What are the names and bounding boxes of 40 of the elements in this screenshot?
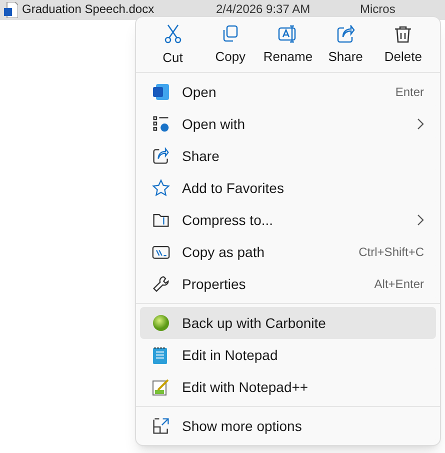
menu-item-label: Back up with Carbonite <box>182 314 327 333</box>
trash-icon <box>394 25 412 43</box>
toolbar-button[interactable]: Rename <box>260 23 316 66</box>
document-icon <box>4 2 18 18</box>
star-icon <box>152 179 170 197</box>
notepad-plus-icon <box>152 378 170 396</box>
menu-item-label: Share <box>182 146 220 166</box>
file-type: Micros <box>360 2 396 16</box>
open-window-icon <box>152 417 170 435</box>
menu-item-label: Show more options <box>182 416 303 436</box>
menu-item-label: Edit with Notepad++ <box>182 378 310 397</box>
menu-item-label: Properties <box>182 274 247 294</box>
rename-icon <box>278 25 298 43</box>
share-icon <box>152 147 170 165</box>
folder-zip-icon <box>152 211 170 229</box>
notepad-icon <box>152 346 168 364</box>
shortcut-text: Enter <box>395 84 424 101</box>
scissors-icon <box>164 24 182 44</box>
document-icon <box>152 83 170 101</box>
wrench-icon <box>152 275 170 293</box>
toolbar-button[interactable]: Delete <box>375 23 432 66</box>
toolbar-button[interactable]: Cut <box>144 22 201 67</box>
ball-icon <box>152 314 170 332</box>
terminal-icon <box>152 243 170 261</box>
app-list-icon <box>152 115 170 133</box>
share-icon <box>336 25 355 43</box>
copy-icon <box>221 25 240 43</box>
toolbar-button[interactable]: Copy <box>202 23 258 66</box>
menu-item-label: Open with <box>182 114 246 134</box>
menu-item-label: Copy as path <box>182 242 266 262</box>
toolbar-button[interactable]: Share <box>318 23 374 66</box>
menu-item-label: Compress to... <box>182 210 274 230</box>
menu-item-label: Add to Favorites <box>182 178 285 198</box>
menu-item-label: Open <box>182 82 218 102</box>
menu-item-label: Edit in Notepad <box>182 346 279 365</box>
file-date: 2/4/2026 9:37 AM <box>216 2 312 16</box>
shortcut-text: Alt+Enter <box>374 276 424 293</box>
shortcut-text: Ctrl+Shift+C <box>358 244 424 261</box>
file-name: Graduation Speech.docx <box>22 2 156 16</box>
menu-item[interactable]: Back up with Carbonite <box>140 307 436 339</box>
